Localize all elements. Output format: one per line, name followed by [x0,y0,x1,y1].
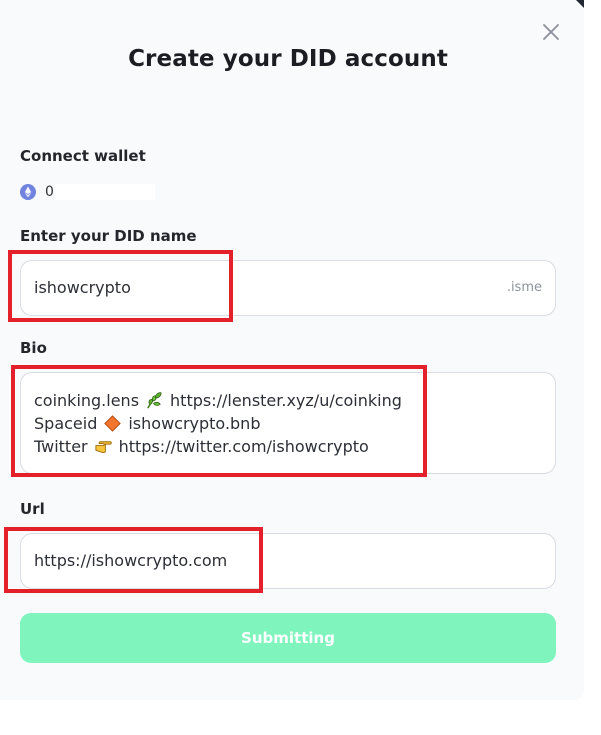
address-redaction [55,184,155,200]
bio-line-text: Twitter [34,436,88,456]
orange-diamond-icon [104,414,122,432]
bio-textarea[interactable]: coinking.lens https://lenster.xyz/u/coin… [20,372,556,474]
wallet-address-row: 0 [20,183,155,201]
bio-line: Twitter https://twitter.com/ishowcrypto [34,435,369,457]
connect-wallet-label: Connect wallet [20,147,146,165]
url-value: https://ishowcrypto.com [34,551,228,570]
close-button[interactable] [541,22,561,42]
bio-line: coinking.lens https://lenster.xyz/u/coin… [34,389,402,411]
bio-label: Bio [20,339,47,357]
url-input[interactable]: https://ishowcrypto.com [20,533,556,589]
herb-icon [147,391,162,408]
ethereum-icon [20,184,36,200]
did-name-value: ishowcrypto [34,278,131,297]
pointing-hand-icon [95,440,112,453]
corner-accent [576,0,584,8]
modal-title: Create your DID account [128,46,448,72]
url-label: Url [20,500,45,518]
bio-line-link: https://lenster.xyz/u/coinking [170,390,402,410]
bio-line-link: ishowcrypto.bnb [128,413,261,433]
bio-line: Spaceid ishowcrypto.bnb [34,412,260,434]
create-did-modal: Create your DID account Connect wallet 0… [0,0,584,700]
bio-line-text: Spaceid [34,413,98,433]
bio-line-link: https://twitter.com/ishowcrypto [118,436,369,456]
bio-line-text: coinking.lens [34,390,140,410]
did-name-label: Enter your DID name [20,227,197,245]
did-name-input[interactable]: ishowcrypto .isme [20,260,556,316]
submit-button[interactable]: Submitting [20,613,556,663]
wallet-address-text: 0 [45,184,54,200]
close-icon [543,24,559,40]
wallet-address: 0 [45,184,155,200]
did-suffix: .isme [506,280,542,295]
